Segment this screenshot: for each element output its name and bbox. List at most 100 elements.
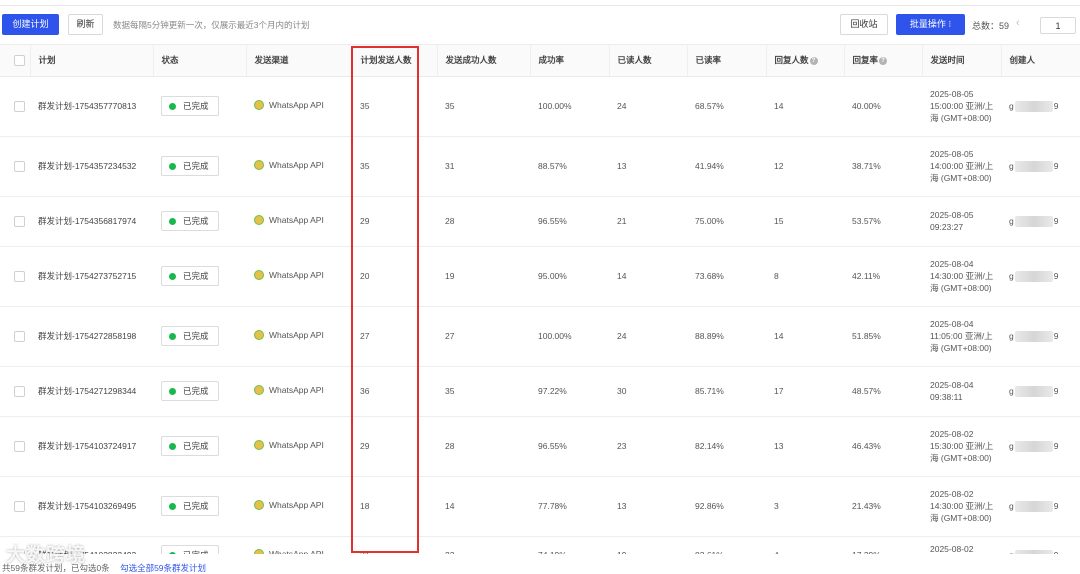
plan-name[interactable]: 群发计划-1754102822493 xyxy=(38,548,153,554)
top-divider xyxy=(0,0,1080,6)
read-rate: 68.57% xyxy=(687,76,766,137)
read-rate: 85.71% xyxy=(687,366,766,417)
whatsapp-icon xyxy=(254,215,264,225)
col-header-status: 状态 xyxy=(153,45,247,77)
col-header-planned: 计划发送人数 xyxy=(352,45,438,77)
plan-name[interactable]: 群发计划-1754271298344 xyxy=(38,384,153,398)
success-count: 19 xyxy=(437,246,530,307)
table-footer: 共59条群发计划，已勾选0条 勾选全部59条群发计划 xyxy=(2,562,206,574)
select-all-checkbox[interactable] xyxy=(14,54,25,66)
success-count: 35 xyxy=(437,366,530,417)
row-checkbox[interactable] xyxy=(14,385,25,397)
status-dot-icon xyxy=(169,217,176,225)
status-dot-icon xyxy=(169,387,176,395)
channel-cell: WhatsApp API xyxy=(254,440,324,450)
reply-rate: 42.11% xyxy=(844,246,922,307)
creator: g9 xyxy=(1009,440,1059,452)
table-row[interactable]: 群发计划-1754272858198 已完成 WhatsApp API 27 27 100… xyxy=(0,306,1080,367)
status-badge: 已完成 xyxy=(161,266,219,286)
plan-name[interactable]: 群发计划-1754103269495 xyxy=(38,499,153,513)
toolbar: 创建计划 刷新 数据每隔5分钟更新一次，仅展示最近3个月内的计划 回收站 批量操… xyxy=(0,14,1080,36)
read-rate: 73.68% xyxy=(687,246,766,307)
col-header-success-rate: 成功率 xyxy=(530,45,610,77)
reply-count: 3 xyxy=(766,476,844,537)
channel-cell: WhatsApp API xyxy=(254,330,324,340)
row-checkbox[interactable] xyxy=(14,330,25,342)
send-time: 2025-08-04 09:38:11 xyxy=(930,380,974,402)
channel-cell: WhatsApp API xyxy=(254,385,324,395)
planned-count: 29 xyxy=(352,416,437,477)
success-count: 31 xyxy=(437,136,530,197)
table-row[interactable]: 群发计划-1754271298344 已完成 WhatsApp API 36 35 97.… xyxy=(0,366,1080,417)
table-row[interactable]: 群发计划-1754103724917 已完成 WhatsApp API 29 28 96.… xyxy=(0,416,1080,477)
creator: g9 xyxy=(1009,330,1059,342)
batch-operation-button[interactable]: 批量操作 ⁝ xyxy=(896,14,965,35)
plan-name[interactable]: 群发计划-1754273752715 xyxy=(38,269,153,283)
table-row[interactable]: 群发计划-1754357770813 已完成 WhatsApp API 35 35 100… xyxy=(0,76,1080,137)
status-badge: 已完成 xyxy=(161,545,219,554)
channel-cell: WhatsApp API xyxy=(254,215,324,225)
row-checkbox[interactable] xyxy=(14,160,25,172)
success-count: 27 xyxy=(437,306,530,367)
planned-count: 35 xyxy=(352,76,437,137)
plan-name[interactable]: 群发计划-1754356817974 xyxy=(38,214,153,228)
status-dot-icon xyxy=(169,102,176,110)
send-time: 2025-08-05 09:23:27 xyxy=(930,210,974,232)
row-checkbox[interactable] xyxy=(14,549,25,554)
plan-name[interactable]: 群发计划-1754357234532 xyxy=(38,159,153,173)
planned-count: 18 xyxy=(352,476,437,537)
table-row[interactable]: 群发计划-1754356817974 已完成 WhatsApp API 29 28 96.… xyxy=(0,196,1080,247)
whatsapp-icon xyxy=(254,330,264,340)
read-rate: 88.89% xyxy=(687,306,766,367)
refresh-button[interactable]: 刷新 xyxy=(68,14,103,35)
whatsapp-icon xyxy=(254,385,264,395)
status-dot-icon xyxy=(169,272,176,280)
status-dot-icon xyxy=(169,442,176,450)
reply-count: 13 xyxy=(766,416,844,477)
read-count: 23 xyxy=(609,416,687,477)
page-number-input[interactable] xyxy=(1040,17,1076,34)
success-rate: 97.22% xyxy=(530,366,609,417)
status-badge: 已完成 xyxy=(161,436,219,456)
blurred-name xyxy=(1014,100,1053,112)
row-checkbox[interactable] xyxy=(14,500,25,512)
chevron-left-icon[interactable]: ‹ xyxy=(1016,17,1020,29)
row-checkbox[interactable] xyxy=(14,270,25,282)
creator: g9 xyxy=(1009,270,1059,282)
status-dot-icon xyxy=(169,551,176,554)
recycle-bin-button[interactable]: 回收站 xyxy=(840,14,888,35)
planned-count: 29 xyxy=(352,196,437,247)
create-plan-button[interactable]: 创建计划 xyxy=(2,14,59,35)
table-row[interactable]: 群发计划-1754103269495 已完成 WhatsApp API 18 14 77.… xyxy=(0,476,1080,537)
row-checkbox[interactable] xyxy=(14,440,25,452)
plan-name[interactable]: 群发计划-1754357770813 xyxy=(38,99,153,113)
send-time: 2025-08-05 14:00:00 亚洲/上海 (GMT+08:00) xyxy=(930,149,994,183)
reply-count: 14 xyxy=(766,76,844,137)
row-checkbox[interactable] xyxy=(14,100,25,112)
send-time: 2025-08-02 15:30:00 亚洲/上海 (GMT+08:00) xyxy=(930,429,994,463)
plan-name[interactable]: 群发计划-1754272858198 xyxy=(38,329,153,343)
info-icon[interactable]: ? xyxy=(809,57,818,65)
row-checkbox[interactable] xyxy=(14,215,25,227)
whatsapp-icon xyxy=(254,160,264,170)
info-icon[interactable]: ? xyxy=(879,57,888,65)
table-row[interactable]: 群发计划-1754273752715 已完成 WhatsApp API 20 19 95.… xyxy=(0,246,1080,307)
success-count: 23 xyxy=(437,536,530,554)
read-count: 21 xyxy=(609,196,687,247)
send-time: 2025-08-02 14:30:00 亚洲/上海 (GMT+08:00) xyxy=(930,489,994,523)
reply-count: 4 xyxy=(766,536,844,554)
table-row[interactable]: 群发计划-1754357234532 已完成 WhatsApp API 35 31 88.… xyxy=(0,136,1080,197)
read-count: 24 xyxy=(609,306,687,367)
planned-count: 36 xyxy=(352,366,437,417)
whatsapp-icon xyxy=(254,100,264,110)
reply-rate: 51.85% xyxy=(844,306,922,367)
table-row[interactable]: 群发计划-1754102822493 已完成 WhatsApp API 312374.… xyxy=(0,536,1080,554)
blurred-name xyxy=(1014,385,1053,397)
creator: g9 xyxy=(1009,215,1059,227)
select-all-link[interactable]: 勾选全部59条群发计划 xyxy=(120,563,206,573)
plan-name[interactable]: 群发计划-1754103724917 xyxy=(38,439,153,453)
reply-count: 14 xyxy=(766,306,844,367)
blurred-name xyxy=(1014,500,1053,512)
col-header-send-time: 发送时间 xyxy=(922,45,1002,77)
success-count: 28 xyxy=(437,416,530,477)
